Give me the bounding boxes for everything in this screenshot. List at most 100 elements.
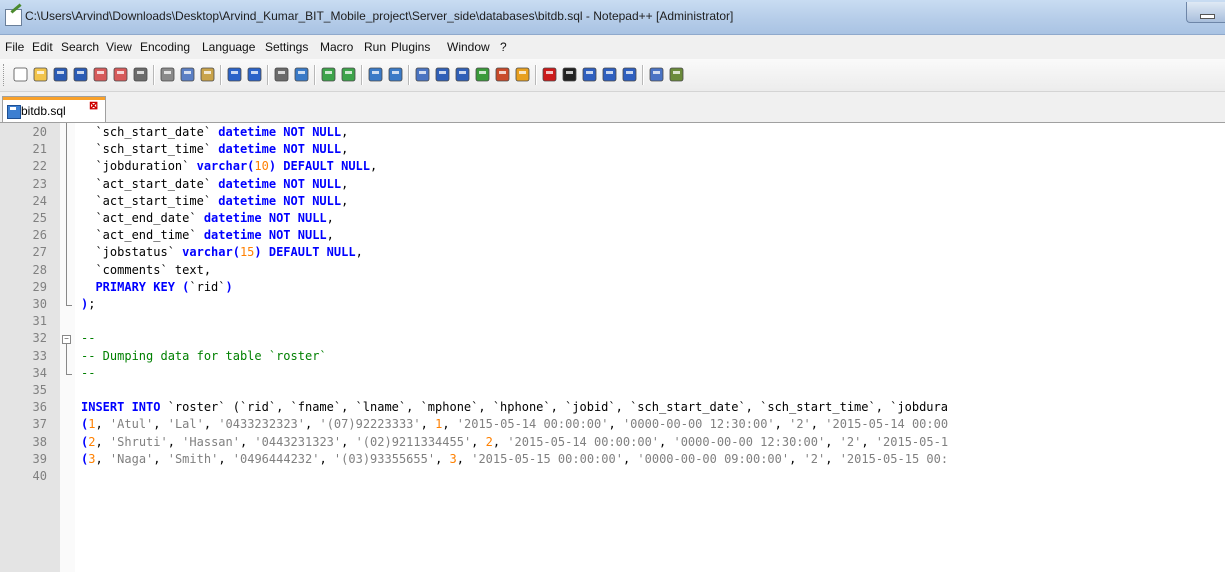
code-token: `jobstatus`: [81, 245, 183, 260]
code-line[interactable]: `act_end_time` datetime NOT NULL,: [81, 228, 333, 242]
code-token: `sch_start_time`: [81, 142, 219, 157]
code-line[interactable]: `sch_start_time` datetime NOT NULL,: [81, 142, 348, 156]
close-all-icon[interactable]: [112, 66, 129, 83]
print-icon[interactable]: [132, 66, 149, 83]
word-wrap-icon[interactable]: [414, 66, 431, 83]
menu-macro[interactable]: Macro: [320, 40, 353, 54]
code-line[interactable]: `sch_start_date` datetime NOT NULL,: [81, 125, 348, 139]
code-token: ,: [95, 434, 110, 449]
run-macro-multiple-icon[interactable]: [601, 66, 618, 83]
minimize-button[interactable]: [1186, 2, 1225, 23]
line-number: 35: [32, 383, 47, 397]
line-number: 36: [32, 400, 47, 415]
code-token: ) DEFAULT NULL: [254, 245, 356, 260]
record-macro-icon[interactable]: [541, 66, 558, 83]
new-file-icon[interactable]: [12, 66, 29, 83]
editor-area[interactable]: 20 `sch_start_date` datetime NOT NULL, 21…: [0, 123, 1225, 572]
zoom-in-icon[interactable]: [320, 66, 337, 83]
code-token: ,: [370, 159, 378, 174]
code-token: ,: [326, 211, 334, 225]
menu-help[interactable]: ?: [500, 40, 507, 54]
tab-bitdb-sql[interactable]: bitdb.sql ⊠: [2, 96, 106, 122]
cut-icon[interactable]: [159, 66, 176, 83]
tab-close-icon[interactable]: ⊠: [89, 99, 98, 112]
code-token: 10: [254, 159, 269, 174]
menu-settings[interactable]: Settings: [265, 40, 308, 54]
code-token: ,: [825, 434, 840, 449]
undo-icon[interactable]: [226, 66, 243, 83]
menu-file[interactable]: File: [5, 40, 24, 54]
notepadpp-icon[interactable]: [5, 9, 22, 26]
fold-end-marker: [66, 305, 72, 306]
code-line[interactable]: INSERT INTO `roster` (`rid`, `fname`, `l…: [81, 400, 948, 414]
find-icon[interactable]: [273, 66, 290, 83]
code-line[interactable]: `jobstatus` varchar(15) DEFAULT NULL,: [81, 245, 363, 260]
fold-collapse-icon[interactable]: −: [62, 335, 71, 345]
open-file-icon[interactable]: [32, 66, 49, 83]
code-token: '0000-00-00 12:30:00': [673, 434, 826, 449]
code-line[interactable]: (3, 'Naga', 'Smith', '0496444232', '(03)…: [81, 452, 948, 466]
code-line[interactable]: (2, 'Shruti', 'Hassan', '0443231323', '(…: [81, 435, 948, 449]
toolbar: [0, 59, 1225, 92]
code-token: `jobduration`: [81, 159, 197, 174]
menu-view[interactable]: View: [106, 40, 132, 54]
stop-record-icon[interactable]: [561, 66, 578, 83]
line-number: 20: [32, 125, 47, 139]
code-token: `rid`: [189, 279, 226, 294]
line-number: 29: [32, 279, 47, 294]
document-map-icon[interactable]: [474, 66, 491, 83]
code-token: `sch_start_date`: [81, 125, 219, 139]
spell-check-icon[interactable]: [648, 66, 665, 83]
paste-icon[interactable]: [199, 66, 216, 83]
show-all-chars-icon[interactable]: [434, 66, 451, 83]
zoom-out-icon[interactable]: [340, 66, 357, 83]
menu-edit[interactable]: Edit: [32, 40, 53, 54]
code-token: ,: [622, 451, 638, 466]
menu-window[interactable]: Window: [447, 40, 490, 54]
misc-icon[interactable]: [668, 66, 685, 83]
play-macro-icon[interactable]: [581, 66, 598, 83]
menu-language[interactable]: Language: [202, 40, 255, 54]
toolbar-separator: [220, 65, 222, 85]
code-token: '2015-05-15 00:: [839, 451, 949, 466]
code-token: ,: [355, 245, 363, 260]
code-token: datetime NOT NULL: [218, 193, 342, 208]
save-macro-icon[interactable]: [621, 66, 638, 83]
code-line[interactable]: `act_start_date` datetime NOT NULL,: [81, 177, 348, 191]
code-line[interactable]: --: [81, 366, 95, 380]
code-line[interactable]: `jobduration` varchar(10) DEFAULT NULL,: [81, 159, 377, 173]
sync-vertical-icon[interactable]: [367, 66, 384, 83]
menu-run[interactable]: Run: [364, 40, 386, 54]
function-list-icon[interactable]: [494, 66, 511, 83]
save-icon[interactable]: [52, 66, 69, 83]
code-line[interactable]: );: [81, 297, 95, 311]
code-token: --: [81, 331, 96, 346]
copy-icon[interactable]: [179, 66, 196, 83]
toolbar-grip[interactable]: [3, 64, 7, 86]
menu-encoding[interactable]: Encoding: [140, 40, 190, 54]
menu-search[interactable]: Search: [61, 40, 99, 54]
save-all-icon[interactable]: [72, 66, 89, 83]
replace-icon[interactable]: [293, 66, 310, 83]
close-icon[interactable]: [92, 66, 109, 83]
toolbar-separator: [408, 65, 410, 85]
folder-workspace-icon[interactable]: [514, 66, 531, 83]
code-line[interactable]: --: [81, 331, 95, 345]
sync-horizontal-icon[interactable]: [387, 66, 404, 83]
code-line[interactable]: (1, 'Atul', 'Lal', '0433232323', '(07)92…: [81, 417, 948, 431]
code-token: ,: [341, 193, 349, 208]
code-token: ,: [825, 451, 840, 466]
code-line[interactable]: -- Dumping data for table `roster`: [81, 349, 327, 363]
line-number: 34: [32, 365, 47, 380]
menu-plugins[interactable]: Plugins: [391, 40, 430, 54]
code-line[interactable]: `comments` text,: [81, 263, 211, 277]
saved-file-icon: [7, 105, 21, 119]
code-line[interactable]: `act_start_time` datetime NOT NULL,: [81, 194, 348, 208]
code-line[interactable]: `act_end_date` datetime NOT NULL,: [81, 211, 334, 225]
code-token: ,: [608, 417, 623, 432]
redo-icon[interactable]: [246, 66, 263, 83]
indent-guide-icon[interactable]: [454, 66, 471, 83]
code-line[interactable]: PRIMARY KEY (`rid`): [81, 279, 232, 294]
fold-margin[interactable]: [60, 123, 75, 572]
code-token: '0433232323': [218, 417, 306, 432]
